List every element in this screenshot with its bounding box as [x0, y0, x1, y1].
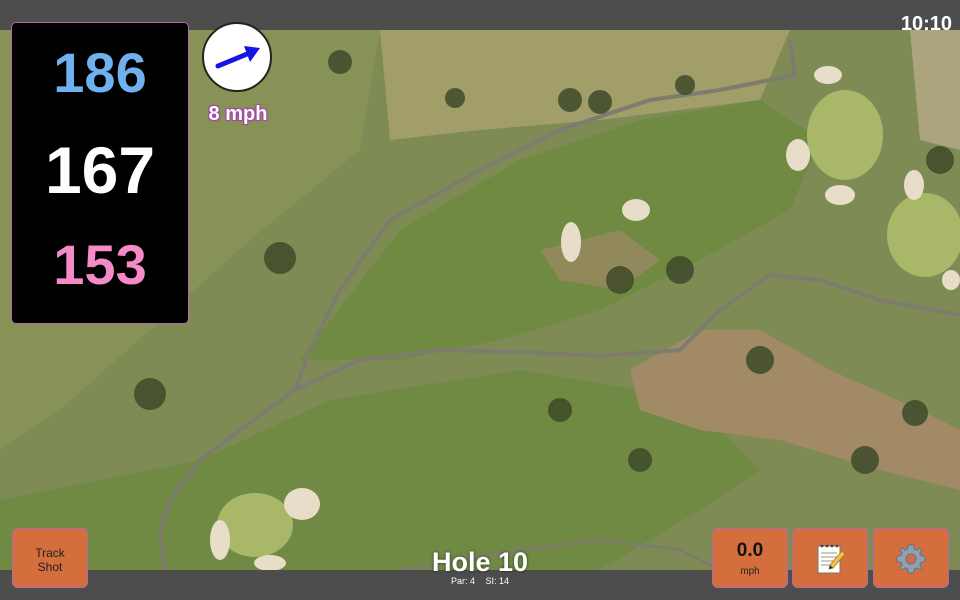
- speed-value: 0.0: [736, 540, 764, 561]
- wind-speed: 8 mph: [208, 103, 268, 125]
- clock: 10:10: [900, 13, 952, 35]
- notes-button[interactable]: [792, 528, 868, 588]
- distance-front: 153: [53, 233, 147, 296]
- distance-back: 186: [53, 41, 147, 104]
- speed-unit: mph: [740, 566, 760, 577]
- track-shot-button[interactable]: Track Shot: [12, 528, 88, 588]
- wind-arrow-icon: [215, 46, 260, 69]
- distance-middle: 167: [44, 133, 156, 207]
- hole-stroke-index: SI: 14: [485, 576, 510, 586]
- hole-par: Par: 4: [450, 576, 475, 586]
- hole-title: Hole 10: [431, 547, 529, 577]
- gear-icon: [896, 544, 926, 574]
- speed-button[interactable]: 0.0 mph: [712, 528, 788, 588]
- track-shot-label: Track Shot: [35, 546, 65, 574]
- notepad-icon: [817, 544, 846, 574]
- hole-meta: Par: 4 SI: 14: [380, 577, 580, 586]
- settings-button[interactable]: [873, 528, 949, 588]
- distance-panel: 186 167 153: [11, 22, 189, 324]
- golf-gps-screen: 10:10 186 167 153 8 mph Track Shot Hole …: [0, 0, 960, 600]
- wind-dial: [202, 22, 272, 92]
